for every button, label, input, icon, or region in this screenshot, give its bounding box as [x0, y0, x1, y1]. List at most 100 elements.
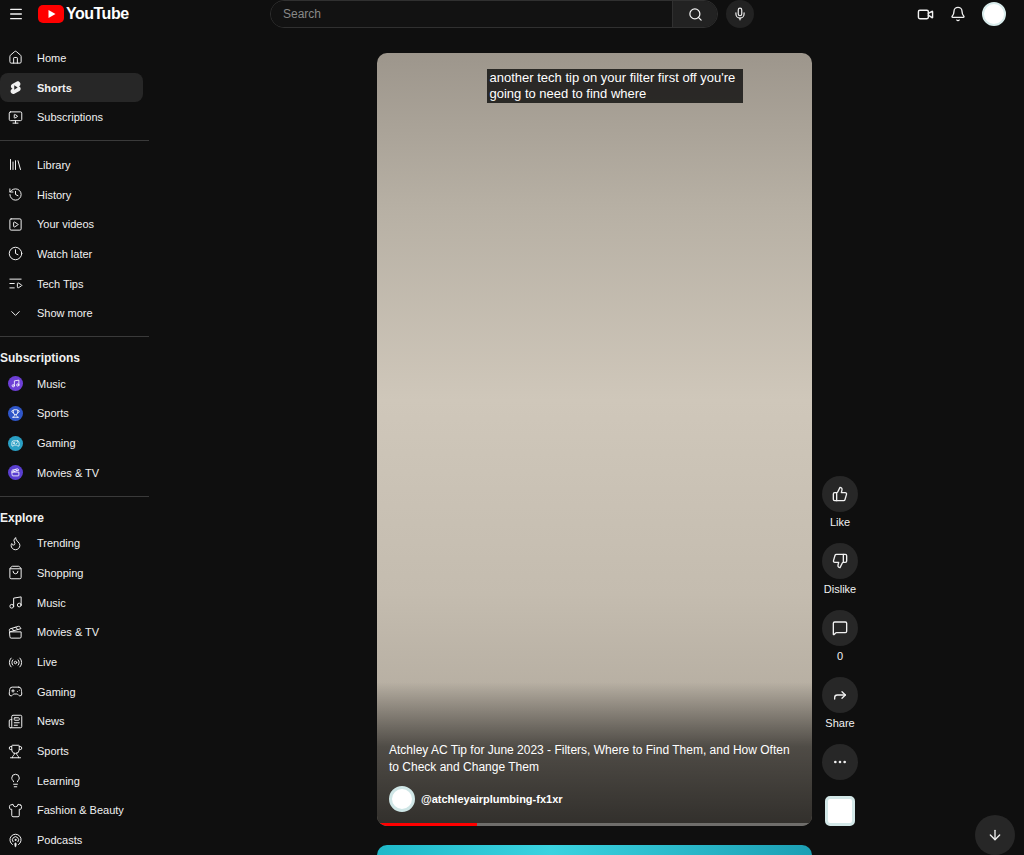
sidebar-item-label: Music	[37, 378, 66, 390]
channel-avatar	[8, 465, 23, 480]
share-action: Share	[822, 677, 858, 730]
short-info: Atchley AC Tip for June 2023 - Filters, …	[377, 682, 812, 826]
sidebar-item[interactable]: Learning	[0, 766, 143, 796]
shopping-icon	[8, 565, 23, 580]
notifications-button[interactable]	[950, 6, 966, 22]
sidebar-item-label: Trending	[37, 537, 80, 549]
comments-icon	[832, 620, 848, 636]
sports-icon	[8, 744, 23, 759]
sidebar-item[interactable]: Fashion & Beauty	[0, 796, 143, 826]
sidebar-item[interactable]: Podcasts	[0, 825, 143, 855]
channel-handle[interactable]: @atchleyairplumbing-fx1xr	[421, 793, 563, 805]
channel-row[interactable]: @atchleyairplumbing-fx1xr	[389, 786, 800, 812]
learning-icon	[8, 773, 23, 788]
gaming-icon	[8, 684, 23, 699]
sidebar-item[interactable]: Watch later	[0, 239, 143, 269]
youtube-page: YouTube Home Shorts Subscriptions Library His…	[0, 0, 1024, 855]
channel-avatar	[8, 406, 23, 421]
subscription-item[interactable]: Music	[0, 369, 143, 399]
next-button[interactable]	[975, 815, 1015, 855]
account-avatar[interactable]	[982, 2, 1006, 26]
sidebar-item[interactable]: Sports	[0, 736, 143, 766]
like-action: Like	[822, 476, 858, 529]
sidebar-item[interactable]: Show more	[0, 298, 143, 328]
sidebar-item[interactable]: Music	[0, 588, 143, 618]
trending-icon	[8, 536, 23, 551]
sidebar-item-label: Your videos	[37, 218, 94, 230]
header-right	[917, 2, 1016, 26]
channel-thumbnail[interactable]	[825, 796, 855, 826]
sidebar-item-label: History	[37, 189, 71, 201]
shorts-feed: another tech tip on your filter first of…	[150, 28, 1024, 855]
caption: another tech tip on your filter first of…	[487, 69, 743, 103]
more-button[interactable]	[822, 744, 858, 780]
gaming-icon	[11, 439, 20, 448]
sidebar-item-label: Podcasts	[37, 834, 82, 846]
your-videos-icon	[8, 217, 23, 232]
sidebar-item-label: Live	[37, 656, 57, 668]
home-icon	[8, 50, 23, 65]
like-button[interactable]	[822, 476, 858, 512]
sidebar-item-label: Music	[37, 597, 66, 609]
next-short[interactable]	[377, 845, 812, 855]
sidebar-item-label: Home	[37, 52, 66, 64]
sidebar-item[interactable]: Your videos	[0, 209, 143, 239]
logo-text: YouTube	[66, 5, 129, 23]
tech-tips-icon	[8, 276, 23, 291]
sidebar-item[interactable]: Shopping	[0, 558, 143, 588]
short-player[interactable]: another tech tip on your filter first of…	[377, 53, 812, 826]
voice-search-button[interactable]	[726, 0, 754, 28]
sidebar-item-label: Movies & TV	[37, 626, 99, 638]
channel-avatar[interactable]	[389, 786, 415, 812]
sidebar-item-label: Learning	[37, 775, 80, 787]
caption-area: another tech tip on your filter first of…	[377, 53, 812, 103]
create-video-icon	[917, 6, 934, 23]
progress-bar[interactable]	[377, 823, 812, 826]
sidebar-item[interactable]: History	[0, 180, 143, 210]
dislike-button[interactable]	[822, 543, 858, 579]
dislike-action: Dislike	[822, 543, 858, 596]
search-button[interactable]	[672, 1, 717, 27]
subscription-item[interactable]: Sports	[0, 399, 143, 429]
sidebar-item[interactable]: Gaming	[0, 677, 143, 707]
subscription-item[interactable]: Gaming	[0, 428, 143, 458]
sidebar-item-label: Shopping	[37, 567, 84, 579]
sidebar-item-label: Tech Tips	[37, 278, 83, 290]
search-bar	[270, 0, 718, 28]
sidebar-item[interactable]: Live	[0, 647, 143, 677]
sidebar-item-label: Show more	[37, 307, 93, 319]
menu-button[interactable]	[8, 6, 24, 22]
sidebar-item[interactable]: News	[0, 707, 143, 737]
sidebar-item-label: Subscriptions	[37, 111, 103, 123]
action-label: Like	[830, 516, 850, 529]
short-row: another tech tip on your filter first of…	[377, 53, 1024, 826]
library-icon	[8, 157, 23, 172]
sidebar-item[interactable]: Subscriptions	[0, 102, 143, 132]
channel-avatar	[8, 436, 23, 451]
podcasts-icon	[8, 833, 23, 848]
sidebar-item[interactable]: Tech Tips	[0, 269, 143, 299]
sidebar-item[interactable]: Trending	[0, 528, 143, 558]
more-action	[822, 744, 858, 780]
subscription-item[interactable]: Movies & TV	[0, 458, 143, 488]
section-heading: Subscriptions	[0, 347, 150, 369]
sidebar-item-label: Watch later	[37, 248, 92, 260]
section-heading: Explore	[0, 507, 150, 529]
more-icon	[832, 754, 848, 770]
sidebar-item[interactable]: Library	[0, 150, 143, 180]
sidebar-item[interactable]: Shorts	[0, 73, 143, 103]
channel-avatar	[8, 376, 23, 391]
sidebar-item-label: Gaming	[37, 686, 76, 698]
create-button[interactable]	[917, 6, 934, 23]
sidebar-item[interactable]: Movies & TV	[0, 617, 143, 647]
sidebar-item[interactable]: Home	[0, 43, 143, 73]
arrow-down-icon	[987, 827, 1003, 843]
share-button[interactable]	[822, 677, 858, 713]
search-input[interactable]	[271, 1, 672, 27]
microphone-icon	[733, 7, 747, 21]
comments-button[interactable]	[822, 610, 858, 646]
dislike-icon	[832, 553, 848, 569]
youtube-logo[interactable]: YouTube	[38, 5, 129, 23]
sidebar: Home Shorts Subscriptions Library History You…	[0, 28, 150, 855]
action-label: 0	[837, 650, 843, 663]
